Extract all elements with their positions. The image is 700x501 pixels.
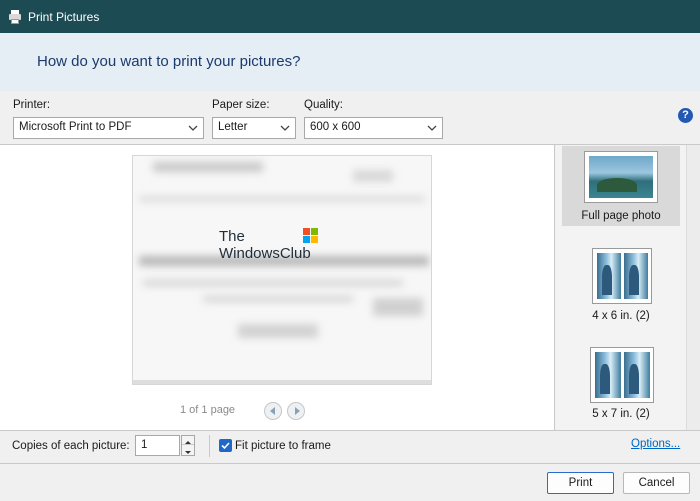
watermark-line1: The <box>219 228 245 245</box>
layout-item-5x7[interactable]: 5 x 7 in. (2) <box>562 345 680 425</box>
print-preview-area: The WindowsClub 1 of 1 page <box>0 145 555 430</box>
chevron-down-icon <box>427 125 437 131</box>
printer-select-value: Microsoft Print to PDF <box>19 121 132 133</box>
decrement-button[interactable] <box>182 446 194 455</box>
arrow-right-icon <box>295 407 300 415</box>
layout-thumbnail <box>590 347 654 403</box>
layout-label: 5 x 7 in. (2) <box>592 408 650 420</box>
paper-size-select-value: Letter <box>218 121 248 133</box>
layout-item-full-page-photo[interactable]: Full page photo <box>562 146 680 226</box>
paper-size-select[interactable]: Letter <box>212 117 296 139</box>
copies-label: Copies of each picture: <box>12 440 130 452</box>
header-question: How do you want to print your pictures? <box>37 53 301 70</box>
printer-label: Printer: <box>13 99 51 111</box>
preview-scrollbar[interactable] <box>133 380 431 384</box>
print-button[interactable]: Print <box>547 472 614 494</box>
printer-icon <box>8 9 22 24</box>
help-icon[interactable]: ? <box>678 108 693 123</box>
copies-input[interactable]: 1 <box>135 435 180 456</box>
page-counter: 1 of 1 page <box>180 404 236 416</box>
quality-label: Quality: <box>304 99 343 111</box>
quality-select[interactable]: 600 x 600 <box>304 117 443 139</box>
next-page-button[interactable] <box>287 402 305 420</box>
arrow-left-icon <box>270 407 275 415</box>
increment-button[interactable] <box>182 436 194 445</box>
copies-stepper[interactable] <box>181 435 195 456</box>
layouts-list: Full page photo 4 x 6 in. (2) 5 x 7 in. … <box>556 145 686 430</box>
previous-page-button[interactable] <box>264 402 282 420</box>
layout-label: 4 x 6 in. (2) <box>592 310 650 322</box>
checkmark-icon <box>221 442 230 450</box>
fit-picture-label[interactable]: Fit picture to frame <box>235 440 331 452</box>
layouts-scrollbar[interactable] <box>686 145 700 430</box>
chevron-down-icon <box>280 125 290 131</box>
title-bar: Print Pictures <box>0 0 700 33</box>
options-link[interactable]: Options... <box>631 438 680 450</box>
print-options-bar: Printer: Microsoft Print to PDF Paper si… <box>0 91 700 145</box>
quality-select-value: 600 x 600 <box>310 121 361 133</box>
watermark-text: The WindowsClub <box>219 228 311 262</box>
window-title: Print Pictures <box>28 9 100 24</box>
copies-bar: Copies of each picture: 1 Fit picture to… <box>0 430 700 463</box>
dialog-buttons: Print Cancel <box>0 463 700 501</box>
paper-size-label: Paper size: <box>212 99 270 111</box>
printer-select[interactable]: Microsoft Print to PDF <box>13 117 204 139</box>
windows-logo-icon <box>303 228 319 244</box>
layout-label: Full page photo <box>581 210 661 222</box>
fit-picture-checkbox[interactable] <box>219 439 232 452</box>
watermark-line2: WindowsClub <box>219 245 311 262</box>
chevron-down-icon <box>188 125 198 131</box>
divider <box>209 435 210 457</box>
layout-item-4x6[interactable]: 4 x 6 in. (2) <box>562 245 680 325</box>
chevron-down-icon <box>185 451 191 454</box>
preview-page: The WindowsClub <box>132 155 432 385</box>
cancel-button[interactable]: Cancel <box>623 472 690 494</box>
layout-thumbnail <box>592 248 652 304</box>
layout-thumbnail <box>584 151 658 203</box>
header-banner: How do you want to print your pictures? <box>0 33 700 91</box>
